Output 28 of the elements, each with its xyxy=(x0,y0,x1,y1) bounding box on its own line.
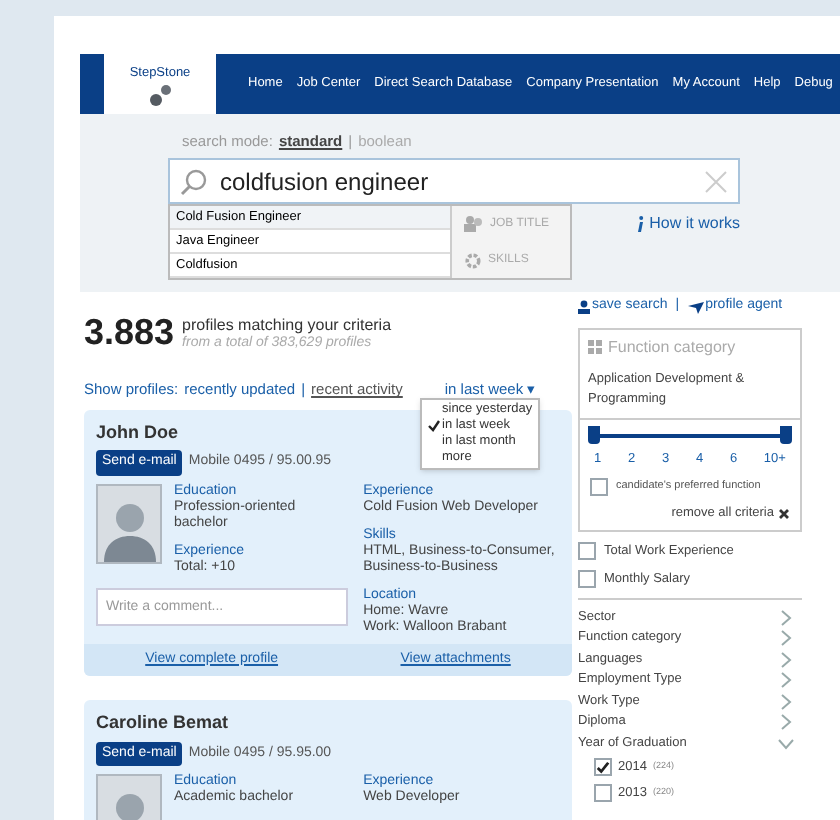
stones-icon xyxy=(146,83,174,108)
close-icon[interactable] xyxy=(778,507,790,520)
candidate-name: Caroline Bemat xyxy=(96,710,229,736)
info-icon xyxy=(635,216,644,233)
candidate-name: John Doe xyxy=(96,419,179,445)
slider-handle[interactable] xyxy=(588,426,600,445)
results-label: profiles matching your criteria xyxy=(182,315,392,334)
check-icon xyxy=(428,420,440,433)
checkbox[interactable] xyxy=(578,542,596,561)
grid-icon xyxy=(588,340,602,355)
paper-plane-icon xyxy=(687,301,704,313)
photo-placeholder xyxy=(96,483,162,563)
range-slider[interactable] xyxy=(594,426,786,447)
search-icon xyxy=(180,167,208,196)
panel-title: Function category xyxy=(608,335,736,360)
checkbox[interactable] xyxy=(578,569,596,588)
how-it-works-link[interactable]: How it works xyxy=(635,212,740,237)
search-value: coldfusion engineer xyxy=(220,165,431,200)
person-icon xyxy=(578,300,590,314)
gear-icon xyxy=(464,251,482,270)
result-count: 3.883 xyxy=(84,310,175,357)
checkmark-icon xyxy=(596,759,610,776)
checkbox[interactable] xyxy=(594,783,612,802)
slider-handle[interactable] xyxy=(780,426,792,445)
checkbox[interactable] xyxy=(590,478,608,496)
search-field[interactable]: coldfusion engineer xyxy=(168,158,740,205)
people-icon xyxy=(464,216,484,233)
checkbox[interactable] xyxy=(594,758,612,777)
